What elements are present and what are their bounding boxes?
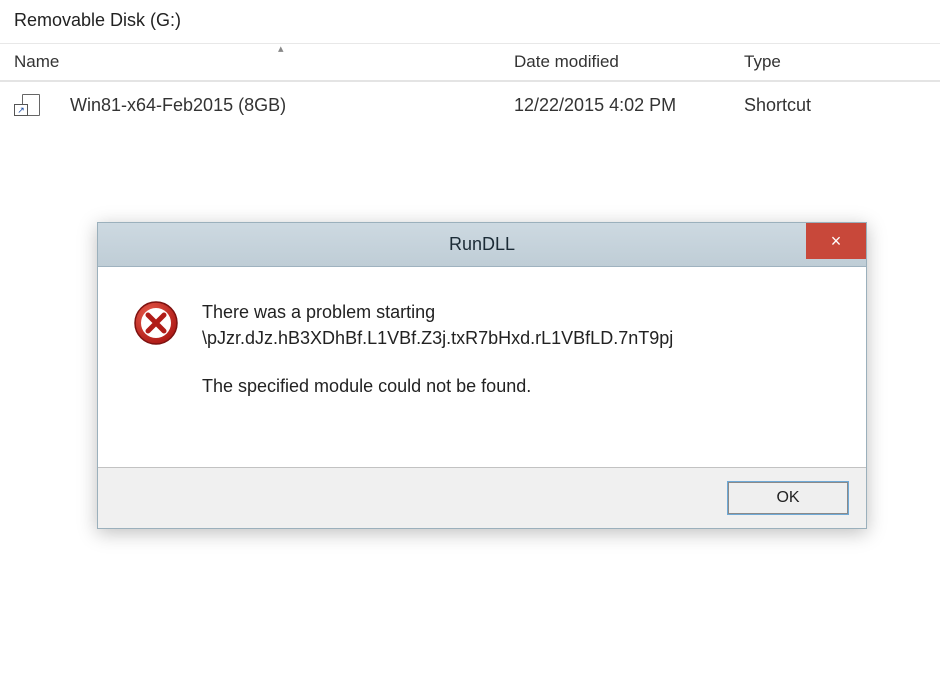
- sort-indicator-icon: ▴: [278, 42, 284, 55]
- column-header-name[interactable]: Name: [14, 52, 514, 72]
- error-icon: [132, 299, 180, 347]
- dialog-titlebar[interactable]: RunDLL ×: [98, 223, 866, 267]
- breadcrumb[interactable]: Removable Disk (G:): [0, 0, 940, 44]
- file-type: Shortcut: [744, 95, 926, 116]
- error-dialog: RunDLL × There was a problem starting \p…: [97, 222, 867, 529]
- table-row[interactable]: ↗ Win81-x64-Feb2015 (8GB) 12/22/2015 4:0…: [0, 82, 940, 128]
- ok-button[interactable]: OK: [728, 482, 848, 514]
- dialog-title: RunDLL: [98, 234, 866, 255]
- close-icon: ×: [831, 231, 842, 252]
- column-header-date[interactable]: Date modified: [514, 52, 744, 72]
- breadcrumb-location: Removable Disk (G:): [14, 10, 181, 30]
- dialog-message-path: \pJzr.dJz.hB3XDhBf.L1VBf.Z3j.txR7bHxd.rL…: [202, 325, 673, 351]
- dialog-message-line2: The specified module could not be found.: [202, 373, 673, 399]
- file-date: 12/22/2015 4:02 PM: [514, 95, 744, 116]
- dialog-body: There was a problem starting \pJzr.dJz.h…: [98, 267, 866, 467]
- file-name: Win81-x64-Feb2015 (8GB): [70, 95, 514, 116]
- file-icon-wrap: ↗: [14, 94, 70, 116]
- dialog-message: There was a problem starting \pJzr.dJz.h…: [202, 299, 673, 399]
- column-headers: ▴ Name Date modified Type: [0, 44, 940, 82]
- column-header-type[interactable]: Type: [744, 52, 926, 72]
- close-button[interactable]: ×: [806, 223, 866, 259]
- dialog-message-line1: There was a problem starting: [202, 299, 673, 325]
- dialog-footer: OK: [98, 467, 866, 528]
- shortcut-icon: ↗: [14, 94, 40, 116]
